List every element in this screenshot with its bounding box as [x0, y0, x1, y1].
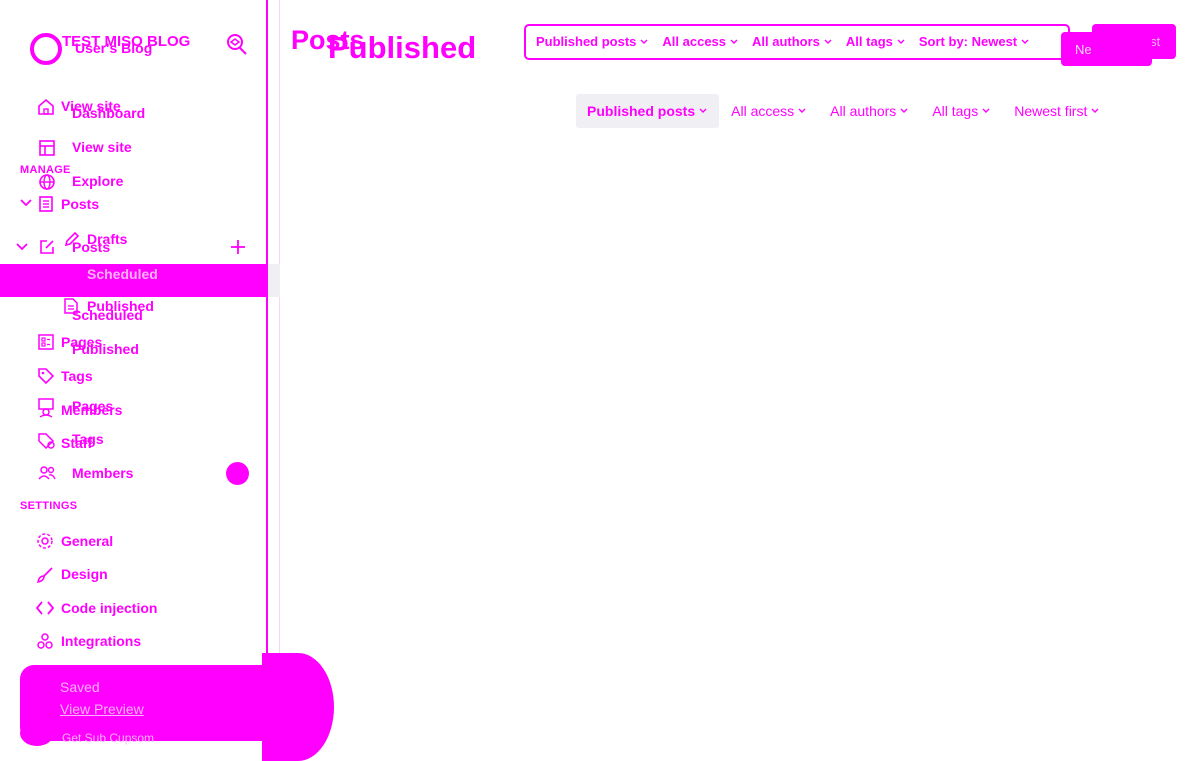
filter-published-posts-top[interactable]: Published posts: [536, 34, 648, 49]
filter-tags[interactable]: All tags: [932, 103, 990, 119]
chevron-down-icon: [798, 108, 806, 113]
nav-scheduled-b[interactable]: Scheduled: [72, 307, 143, 323]
nav-view-site-b[interactable]: View site: [72, 139, 132, 155]
plus-icon[interactable]: [229, 238, 247, 256]
nav-posts-b[interactable]: Posts: [72, 239, 110, 255]
filter-access[interactable]: All access: [731, 103, 806, 119]
nav-posts[interactable]: Posts: [61, 196, 99, 212]
filter-sort-top[interactable]: Sort by: Newest: [919, 34, 1029, 49]
nav-code-injection[interactable]: Code injection: [61, 600, 157, 616]
gear-icon: [36, 532, 54, 550]
nav-explore[interactable]: Explore: [72, 173, 123, 189]
section-settings: SETTINGS: [20, 500, 78, 512]
filter-tags-top[interactable]: All tags: [846, 34, 905, 49]
filter-access-top[interactable]: All access: [662, 34, 738, 49]
chevron-down-icon[interactable]: [16, 243, 28, 251]
nav-members[interactable]: Members: [61, 402, 122, 418]
nav-tags[interactable]: Tags: [61, 368, 93, 384]
members-icon: [37, 398, 55, 418]
staff-icon: [37, 432, 57, 450]
pages-icon: [37, 333, 55, 351]
code-icon: [36, 600, 54, 616]
nav-design[interactable]: Design: [61, 566, 108, 582]
filter-authors[interactable]: All authors: [830, 103, 908, 119]
nav-general[interactable]: General: [61, 533, 113, 549]
integrations-icon: [36, 632, 54, 650]
search-icon[interactable]: [226, 33, 248, 57]
new-post-button-overlay-label: Ne: [1075, 42, 1092, 57]
edit-icon: [38, 238, 56, 256]
status-dot: [226, 462, 249, 485]
nav-scheduled-label: Scheduled: [87, 266, 158, 282]
sidebar-divider-faint: [268, 0, 280, 761]
nav-published-b[interactable]: Published: [72, 341, 139, 357]
users-icon: [38, 465, 56, 481]
chevron-down-icon: [730, 39, 738, 44]
chevron-down-icon: [699, 108, 707, 113]
toast-link[interactable]: View Preview: [60, 701, 144, 717]
filter-sort[interactable]: Newest first: [1014, 103, 1099, 119]
filter-bar-main: Published posts All access All authors A…: [587, 103, 1099, 119]
chevron-down-icon: [900, 108, 908, 113]
chevron-down-icon: [982, 108, 990, 113]
posts-list-empty: [290, 140, 1180, 740]
blog-logo[interactable]: [30, 33, 62, 65]
nav-members-b[interactable]: Members: [72, 465, 133, 481]
toast-title: Saved: [60, 679, 100, 695]
brush-icon: [36, 566, 54, 584]
nav-staff[interactable]: Staff: [61, 435, 92, 451]
globe-icon: [38, 173, 56, 191]
posts-icon: [37, 195, 55, 213]
chevron-down-icon[interactable]: [20, 199, 32, 207]
page-title-overlay: Published: [328, 30, 477, 65]
chevron-down-icon: [824, 39, 832, 44]
toast-footer: Get Sub Cupsom: [62, 731, 155, 745]
chevron-down-icon: [1091, 108, 1099, 113]
filter-authors-top[interactable]: All authors: [752, 34, 832, 49]
toast-bottom-pill: [20, 720, 54, 746]
blog-title-overlay: User's Blog: [75, 40, 153, 56]
hover-strip: [268, 264, 280, 297]
filter-published-posts[interactable]: Published posts: [587, 103, 707, 119]
layout-icon: [38, 139, 56, 157]
chevron-down-icon: [1021, 39, 1029, 44]
nav-integrations[interactable]: Integrations: [61, 633, 141, 649]
filter-bar-top-items: Published posts All access All authors A…: [536, 34, 1029, 49]
tag-icon: [37, 367, 55, 385]
chevron-down-icon: [897, 39, 905, 44]
nav-dashboard[interactable]: Dashboard: [72, 105, 145, 121]
chevron-down-icon: [640, 39, 648, 44]
home-icon: [37, 98, 55, 116]
